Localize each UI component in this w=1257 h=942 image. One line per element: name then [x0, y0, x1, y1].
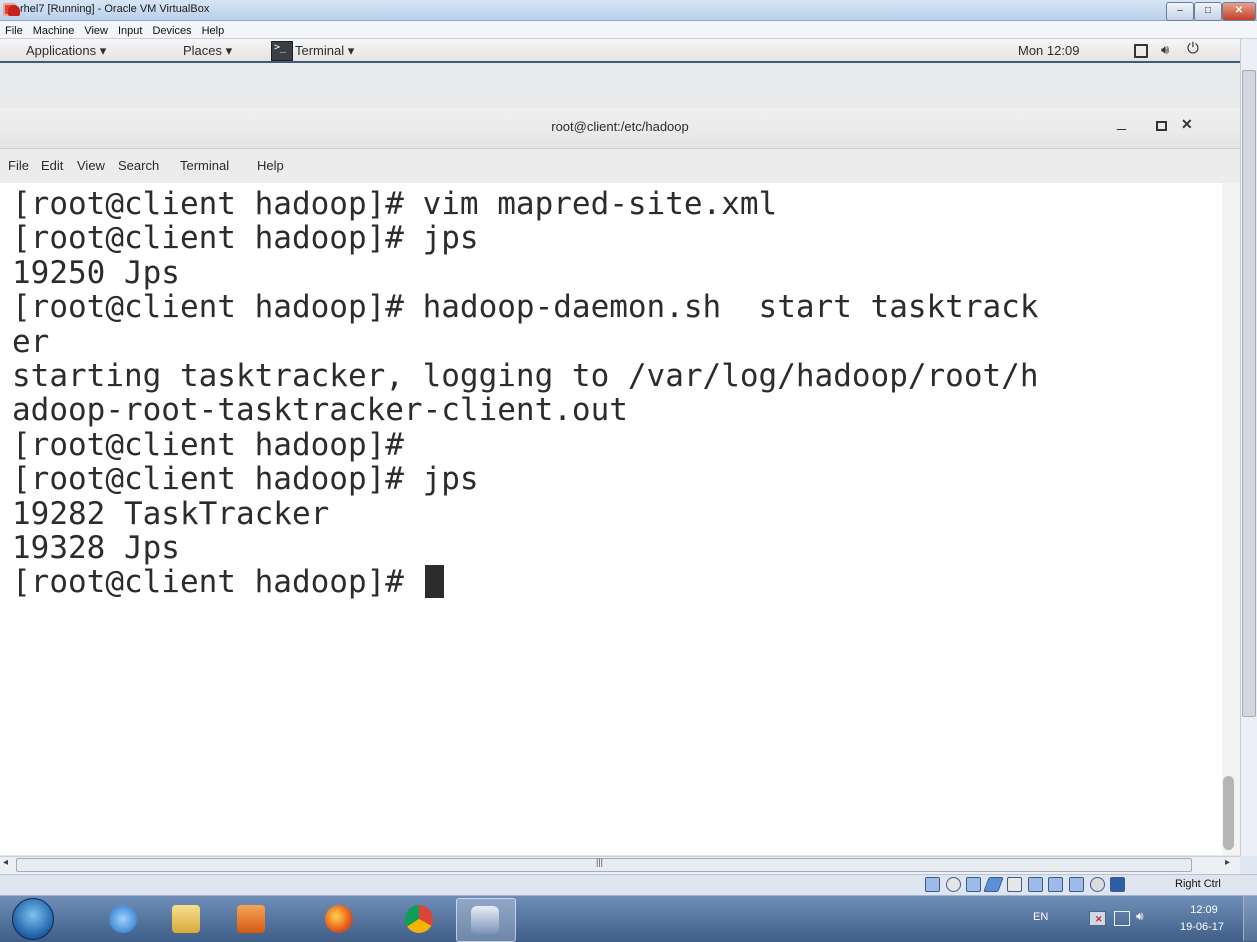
terminal-prompt: [root@client hadoop]#: [12, 565, 423, 600]
terminal-app-icon: [271, 41, 293, 61]
terminal-menu-terminal[interactable]: Terminal: [180, 158, 229, 173]
network-tray-icon[interactable]: [1114, 911, 1130, 926]
start-button[interactable]: [12, 898, 54, 940]
terminal-window-title: root@client:/etc/hadoop: [551, 119, 689, 134]
video-capture-icon[interactable]: [1048, 877, 1063, 892]
terminal-maximize-button[interactable]: [1156, 121, 1167, 131]
terminal-line: [root@client hadoop]# hadoop-daemon.sh s…: [12, 290, 1039, 325]
media-player-icon[interactable]: [223, 898, 281, 940]
chrome-icon[interactable]: [391, 898, 449, 940]
terminal-line: [root@client hadoop]#: [12, 427, 404, 463]
gnome-clock[interactable]: Mon 12:09: [1018, 43, 1079, 58]
terminal-menubar: File Edit View Search Terminal Help: [0, 149, 1240, 183]
terminal-app-menu[interactable]: Terminal ▾: [295, 43, 354, 59]
cpu-icon[interactable]: [1069, 877, 1084, 892]
menu-input[interactable]: Input: [113, 23, 147, 37]
show-desktop-button[interactable]: [1243, 896, 1257, 941]
terminal-menu-search[interactable]: Search: [118, 158, 159, 173]
terminal-menu-help[interactable]: Help: [257, 158, 284, 173]
volume-tray-icon[interactable]: 🔊︎: [1136, 909, 1144, 924]
applications-menu[interactable]: Applications ▾: [26, 43, 106, 59]
menu-machine[interactable]: Machine: [28, 23, 80, 37]
terminal-menu-edit[interactable]: Edit: [41, 158, 63, 173]
keyboard-icon[interactable]: [1110, 877, 1125, 892]
terminal-menu-view[interactable]: View: [77, 158, 105, 173]
vbox-menubar: File Machine View Input Devices Help: [0, 21, 1257, 39]
terminal-line: 19328 Jps: [12, 530, 180, 566]
taskbar-clock-date[interactable]: 19-06-17: [1170, 921, 1234, 933]
scroll-grip-icon: |||: [596, 857, 604, 867]
close-button[interactable]: ✕: [1222, 2, 1256, 21]
menu-devices[interactable]: Devices: [147, 23, 196, 37]
terminal-scrollbar[interactable]: [1222, 183, 1240, 855]
optical-drive-icon[interactable]: [946, 877, 961, 892]
screen-record-icon[interactable]: [1134, 44, 1148, 58]
text-cursor: [424, 565, 444, 599]
terminal-close-button[interactable]: ✕: [1181, 116, 1193, 133]
terminal-line: 19282 TaskTracker: [12, 496, 330, 531]
hard-disk-icon[interactable]: [925, 877, 940, 892]
menu-file[interactable]: File: [0, 23, 28, 37]
gnome-foot-icon: [8, 5, 20, 16]
language-indicator[interactable]: EN: [1033, 911, 1048, 923]
mouse-integration-icon[interactable]: [1090, 877, 1105, 892]
places-menu[interactable]: Places ▾: [183, 43, 232, 59]
terminal-line: starting tasktracker, logging to /var/lo…: [12, 358, 1039, 394]
scroll-left-arrow-icon[interactable]: ◂: [3, 857, 8, 868]
network-icon[interactable]: [1028, 877, 1043, 892]
desktop-strip: [0, 63, 1240, 108]
terminal-line: [root@client hadoop]# vim mapred-site.xm…: [12, 187, 778, 222]
menu-help[interactable]: Help: [197, 23, 230, 37]
terminal-line: [root@client hadoop]# jps: [12, 462, 479, 497]
maximize-button[interactable]: □: [1194, 2, 1222, 21]
terminal-menu-file[interactable]: File: [8, 158, 29, 173]
terminal-line: er: [12, 324, 50, 359]
host-key-label: Right Ctrl: [1175, 878, 1221, 890]
scroll-right-arrow-icon[interactable]: ▸: [1225, 857, 1230, 868]
terminal-line: adoop-root-tasktracker-client.out: [12, 393, 628, 428]
terminal-scroll-thumb[interactable]: [1223, 776, 1234, 850]
action-center-flag-icon[interactable]: [1089, 911, 1106, 926]
terminal-minimize-button[interactable]: _: [1117, 114, 1126, 132]
usb-icon[interactable]: [966, 877, 981, 892]
internet-explorer-icon[interactable]: [95, 898, 153, 940]
vm-horizontal-scroll-thumb[interactable]: [16, 858, 1192, 872]
terminal-output[interactable]: [root@client hadoop]# vim mapred-site.xm…: [12, 187, 1222, 600]
vm-vertical-scroll-thumb[interactable]: [1242, 70, 1256, 717]
minimize-button[interactable]: –: [1166, 2, 1194, 21]
menu-view[interactable]: View: [79, 23, 113, 37]
firefox-icon[interactable]: [311, 898, 369, 940]
taskbar-clock-time[interactable]: 12:09: [1176, 904, 1232, 916]
virtualbox-icon[interactable]: [456, 898, 516, 942]
terminal-line: 19250 Jps: [12, 255, 180, 291]
file-explorer-icon[interactable]: [158, 898, 216, 940]
power-icon[interactable]: ⏻: [1187, 40, 1199, 57]
terminal-line: [root@client hadoop]# jps: [12, 221, 479, 256]
display-icon[interactable]: [1007, 877, 1022, 892]
vbox-window-title: rhel7 [Running] - Oracle VM VirtualBox: [20, 3, 210, 15]
terminal-prompt-line[interactable]: [root@client hadoop]#: [12, 565, 1222, 599]
volume-icon[interactable]: 🔊︎: [1161, 42, 1169, 58]
